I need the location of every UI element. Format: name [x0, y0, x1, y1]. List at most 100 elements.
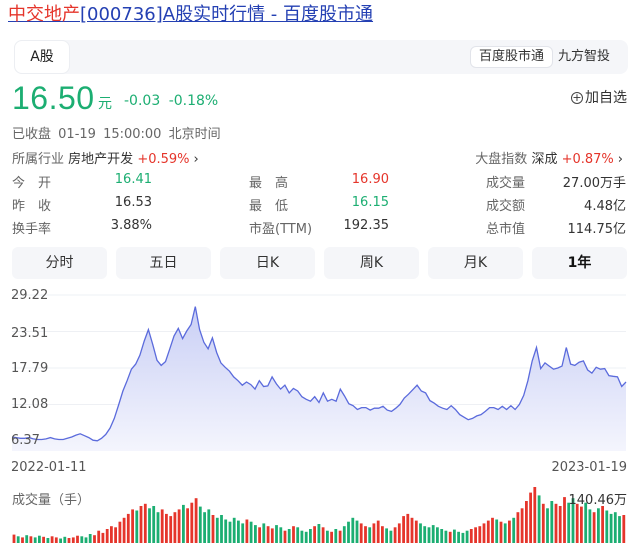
volume-bar [275, 525, 278, 543]
volume-bar [190, 502, 194, 543]
prev-close-label: 昨 收 [12, 199, 52, 214]
volume-bar [165, 513, 168, 543]
jiufang-button[interactable]: 九方智投 [558, 46, 610, 68]
volume-bar [309, 529, 312, 543]
add-watchlist-button[interactable]: + 加自选 [571, 87, 627, 107]
volume-chart-label: 成交量（手） [12, 493, 91, 508]
volume-bar [389, 530, 393, 543]
tab-weekly-k[interactable]: 周K [324, 247, 419, 279]
volume-bar [453, 529, 456, 543]
volume-bar [160, 509, 164, 543]
volume-bar [359, 523, 363, 543]
volume-bar [220, 515, 223, 543]
volume-bar [114, 527, 117, 543]
volume-bar [266, 526, 270, 543]
industry-link[interactable]: 所属行业 房地产开发 +0.59% › [12, 148, 199, 167]
turnover-value: 3.88% [110, 218, 152, 233]
open-value: 16.41 [114, 172, 152, 187]
tab-a-share[interactable]: A股 [14, 40, 70, 74]
y-tick-label: 29.22 [11, 288, 49, 303]
tab-daily-k[interactable]: 日K [220, 247, 315, 279]
y-tick-label: 23.51 [11, 326, 49, 341]
volume-bar [88, 534, 92, 543]
volume-bar [241, 523, 245, 543]
volume-bar [393, 527, 397, 543]
volume-bar [609, 513, 613, 543]
price-chart[interactable]: 29.22 23.51 17.79 12.08 6.37 2022-01-11 … [0, 285, 641, 550]
volume-bar [355, 520, 359, 543]
volume-bar [228, 521, 232, 543]
amount-label: 成交额 [486, 199, 526, 214]
volume-bar [156, 512, 160, 543]
turnover-label: 换手率 [12, 222, 52, 237]
chevron-right-icon: › [617, 152, 623, 167]
volume-bar [520, 508, 524, 543]
baidu-stock-button[interactable]: 百度股市通 [470, 46, 554, 68]
status-timezone: 北京时间 [168, 127, 221, 142]
volume-bar [50, 536, 54, 543]
volume-bar [525, 501, 528, 543]
tab-intraday[interactable]: 分时 [12, 247, 107, 279]
page-title[interactable]: 中交地产[000736]A股实时行情 - 百度股市通 [8, 2, 373, 28]
volume-bar [25, 535, 29, 543]
status-datetime: 01-19 15:00:00 [58, 127, 162, 142]
volume-bar [554, 503, 558, 543]
volume-bar [465, 530, 469, 543]
volume-bar [622, 515, 626, 543]
volume-bar [224, 519, 228, 543]
volume-bar [21, 537, 24, 543]
volume-bar [482, 523, 486, 543]
y-tick-label: 12.08 [11, 397, 49, 412]
prev-close-value: 16.53 [114, 195, 152, 210]
volume-bar [529, 492, 532, 543]
volume-bar [97, 530, 101, 543]
volume-bar [588, 509, 592, 543]
volume-bar [461, 532, 465, 543]
volume-bar [321, 527, 325, 543]
title-rest[interactable]: A股实时行情 - 百度股市通 [163, 4, 373, 25]
volume-value: 27.00万手 [562, 176, 626, 191]
tab-one-year[interactable]: 1年 [532, 247, 627, 279]
open-label: 今 开 [12, 176, 52, 191]
volume-bar [440, 529, 444, 543]
volume-bar [93, 535, 96, 543]
x-end-label: 2023-01-19 [551, 460, 627, 475]
tab-monthly-k[interactable]: 月K [428, 247, 523, 279]
volume-bar [12, 534, 16, 543]
volume-bar [546, 508, 549, 543]
period-tabs: 分时 五日 日K 周K 月K 1年 [12, 247, 628, 279]
industry-change: +0.59% [137, 152, 190, 167]
chevron-right-icon: › [193, 152, 199, 167]
volume-bar [84, 537, 88, 543]
volume-bar [317, 524, 321, 543]
volume-bar [143, 503, 147, 543]
index-change: +0.87% [561, 152, 614, 167]
status-text: 已收盘 [12, 127, 52, 142]
volume-bar [342, 526, 346, 543]
volume-bar [580, 506, 583, 543]
volume-bar [296, 527, 300, 543]
volume-bar [495, 519, 499, 543]
index-link[interactable]: 大盘指数 深成 +0.87% › [475, 148, 623, 167]
title-stock-code[interactable]: [000736] [80, 4, 163, 25]
volume-bar [431, 525, 435, 543]
volume-bar [326, 530, 329, 543]
volume-bar [347, 521, 350, 543]
volume-bar [122, 517, 126, 543]
volume-bar [287, 529, 291, 543]
stats-grid: 今 开 16.41 最 高 16.90 成交量 27.00万手 昨 收 16.5… [12, 172, 628, 241]
price-change: -0.03 -0.18% [124, 93, 218, 109]
volume-bar [385, 528, 388, 543]
volume-bar [605, 510, 609, 543]
pe-value: 192.35 [343, 218, 390, 233]
low-value: 16.15 [351, 195, 389, 210]
volume-bar [613, 512, 617, 543]
volume-bar [194, 498, 198, 543]
tab-five-day[interactable]: 五日 [116, 247, 211, 279]
volume-bar [292, 526, 295, 543]
title-stock-name[interactable]: 中交地产 [8, 4, 80, 25]
high-value: 16.90 [351, 172, 389, 187]
volume-bar [478, 526, 482, 543]
volume-bar [203, 512, 206, 543]
volume-bar [237, 520, 240, 543]
